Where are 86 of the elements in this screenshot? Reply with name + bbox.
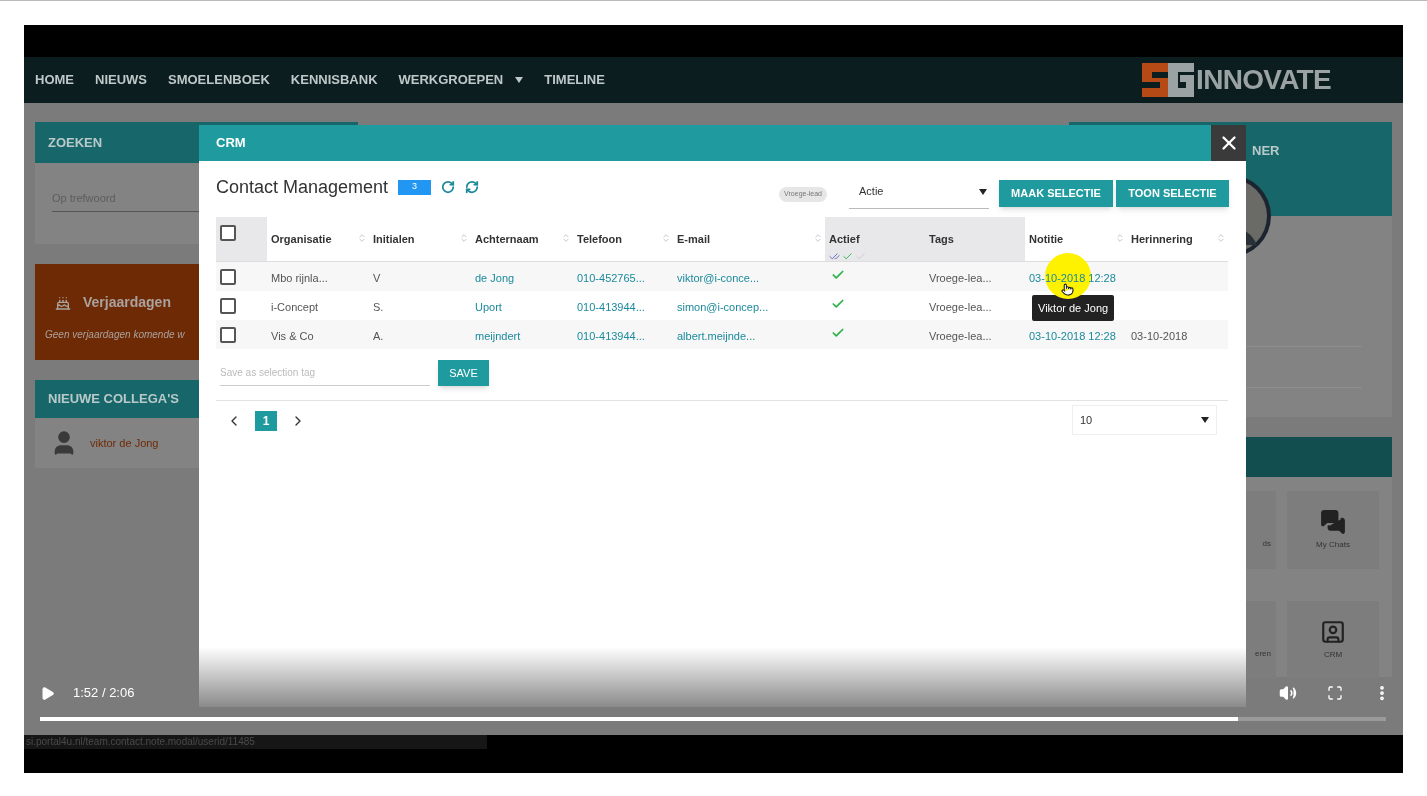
column-header[interactable]: Achternaam <box>471 217 573 261</box>
sort-icon <box>561 233 571 243</box>
column-header: Tags <box>925 217 1025 261</box>
nav-link[interactable]: NIEUWS <box>95 70 147 90</box>
sort-icon <box>357 233 367 243</box>
table-link[interactable]: meijndert <box>475 329 521 342</box>
table-cell: i-Concept <box>271 300 319 313</box>
cake-icon <box>55 294 71 311</box>
page-size-select[interactable]: 10 <box>1072 405 1217 435</box>
table-cell: 03-10-2018 <box>1131 329 1188 342</box>
column-header[interactable]: Notitie <box>1025 217 1127 261</box>
table-cell: Vroege-lea... <box>929 300 992 313</box>
modal-heading: Contact Management <box>216 175 389 199</box>
action-select[interactable]: Actie <box>849 175 989 209</box>
table-cell: Mbo rijnla... <box>271 271 328 284</box>
table-link[interactable]: viktor@i-conce... <box>677 271 760 284</box>
nav-link[interactable]: WERKGROEPEN <box>398 70 504 90</box>
volume-icon[interactable] <box>1279 684 1297 702</box>
table-cell: Vroege-lea... <box>929 271 992 284</box>
check-icon[interactable] <box>855 251 866 262</box>
table-cell: Vis & Co <box>271 329 314 342</box>
selection-button[interactable]: TOON SELECTIE <box>1116 179 1229 207</box>
refresh-icon[interactable] <box>441 180 456 194</box>
selection-button[interactable]: MAAK SELECTIE <box>999 179 1113 207</box>
caret-icon <box>515 77 524 83</box>
sort-icon <box>813 233 823 243</box>
table-link[interactable]: 03-10-2018 12:28 <box>1029 329 1116 342</box>
caret-icon <box>979 188 987 195</box>
tooltip: Viktor de Jong <box>1032 295 1115 321</box>
sort-icon <box>1115 233 1125 243</box>
count-badge: 3 <box>398 179 432 195</box>
pointer-icon <box>1061 283 1074 296</box>
nav-link[interactable]: TIMELINE <box>544 70 605 90</box>
sort-icon <box>661 233 671 243</box>
table-link[interactable]: Uport <box>475 300 502 313</box>
card-title: NER <box>1252 143 1280 158</box>
card-text: Geen verjaardagen komende w <box>45 328 185 342</box>
tile-label: eren <box>1255 648 1271 660</box>
nav-link[interactable]: HOME <box>35 70 74 90</box>
table-link[interactable]: 010-413944... <box>577 300 645 313</box>
table-cell: V <box>373 271 381 284</box>
save-button[interactable]: SAVE <box>438 360 489 386</box>
sort-icon <box>1216 233 1226 243</box>
column-header[interactable]: Organisatie <box>267 217 369 261</box>
app-tile[interactable]: My Chats <box>1287 491 1379 569</box>
double-check-icon[interactable] <box>829 251 840 262</box>
contact-card-icon <box>1320 619 1346 645</box>
table-link[interactable]: albert.meijnde... <box>677 329 756 342</box>
table-cell: A. <box>373 329 384 342</box>
checkbox[interactable] <box>220 297 236 314</box>
modal-title: CRM <box>216 134 246 153</box>
column-header[interactable]: Initialen <box>369 217 471 261</box>
card-title: ZOEKEN <box>48 133 103 152</box>
nav-link[interactable]: SMOELENBOEK <box>168 70 270 90</box>
checkbox[interactable] <box>220 225 236 241</box>
page-button[interactable]: 1 <box>255 411 277 431</box>
check-icon[interactable] <box>842 251 853 262</box>
sync-icon[interactable] <box>465 180 480 194</box>
card-title: Verjaardagen <box>83 293 171 312</box>
app-tile[interactable]: CRM <box>1287 601 1379 679</box>
checkbox[interactable] <box>220 326 236 343</box>
play-icon[interactable] <box>40 685 55 701</box>
selection-tag-field[interactable]: Save as selection tag <box>220 359 430 386</box>
column-header: Actief <box>825 217 925 261</box>
chat-icon <box>1320 509 1346 535</box>
table-cell: Vroege-lea... <box>929 329 992 342</box>
table-link[interactable]: 010-413944... <box>577 329 645 342</box>
column-header[interactable]: E-mail <box>673 217 825 261</box>
table-link[interactable]: 010-452765... <box>577 271 645 284</box>
column-header[interactable]: Telefoon <box>573 217 673 261</box>
column-header[interactable]: Herinnering <box>1127 217 1228 261</box>
close-button[interactable] <box>1211 125 1246 161</box>
fullscreen-icon[interactable] <box>1327 685 1343 701</box>
table-row[interactable]: Vis & Co A. meijndert 010-413944... albert.meijnde... Vroege-lea... 03-10-2018 12:28 03-10-2018 <box>216 320 1228 349</box>
sort-icon <box>459 233 469 243</box>
card-title: NIEUWE COLLEGA'S <box>48 390 179 409</box>
table-link[interactable]: de Jong <box>475 271 515 284</box>
logo-text: INNOVATE <box>1196 63 1331 97</box>
nav-link[interactable]: KENNISBANK <box>290 70 378 90</box>
tile-label: CRM <box>1323 649 1343 661</box>
video-time: 1:52 / 2:06 <box>73 684 135 703</box>
checkbox[interactable] <box>220 268 236 285</box>
tile-label: My Chats <box>1316 539 1350 551</box>
colleague-link[interactable]: viktor de Jong <box>90 434 159 452</box>
table-cell: S. <box>373 300 384 313</box>
table-link[interactable]: simon@i-concep... <box>677 300 769 313</box>
